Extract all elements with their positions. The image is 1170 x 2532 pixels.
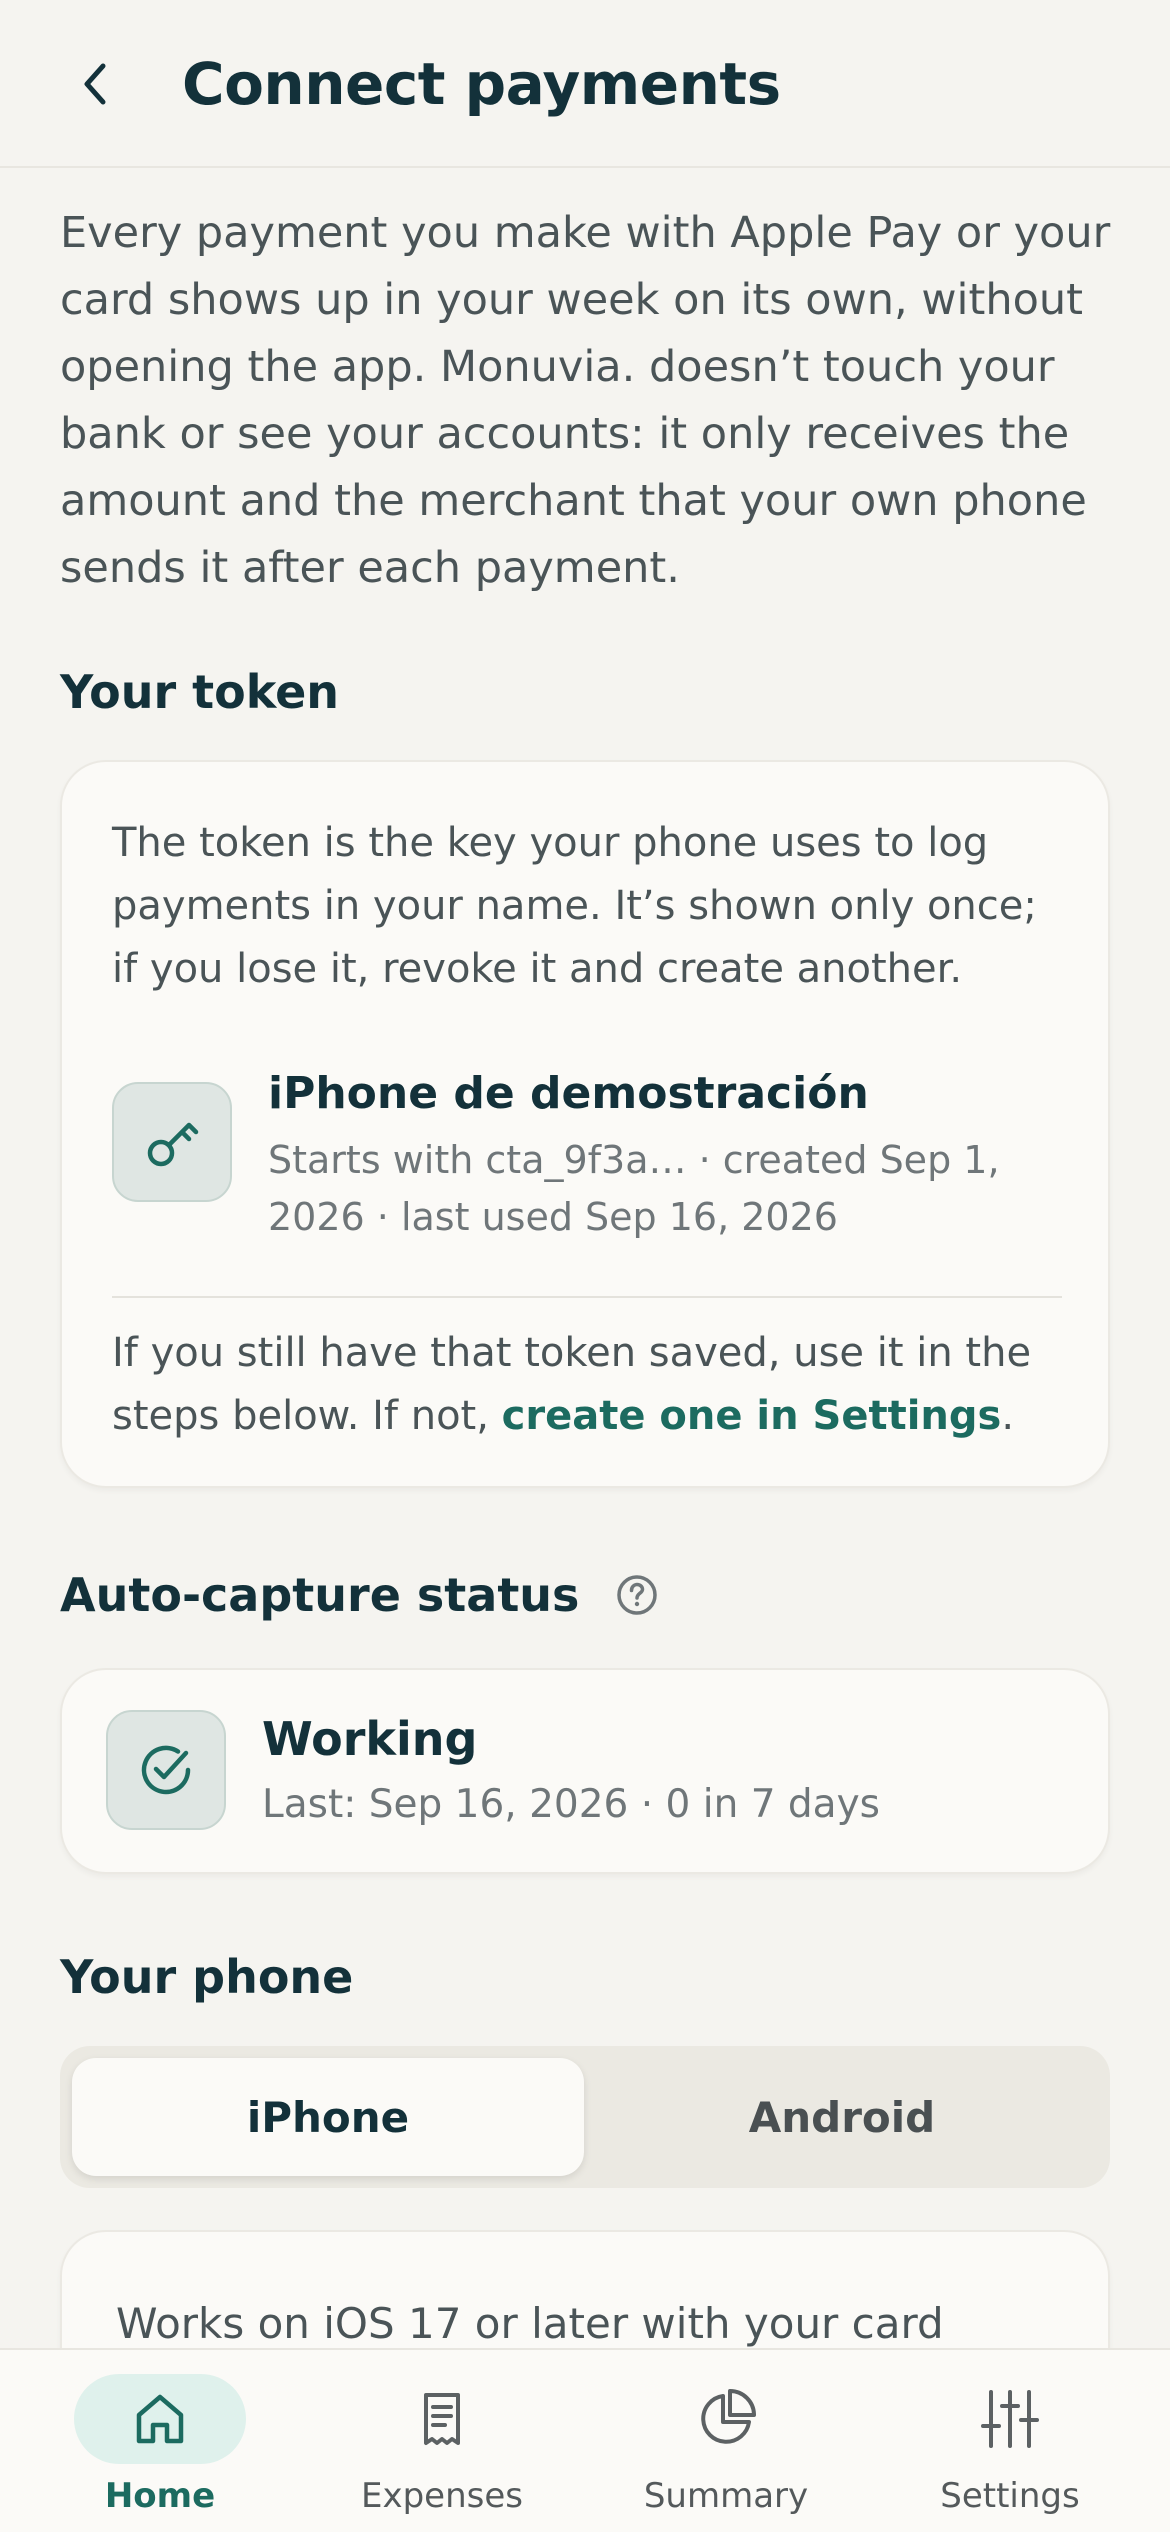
status-title-row: Auto-capture status <box>60 1568 659 1622</box>
nav-home-icon-wrap <box>74 2374 246 2464</box>
nav-expenses-icon-wrap <box>356 2374 528 2464</box>
nav-home[interactable]: Home <box>14 2350 306 2532</box>
check-icon-box <box>106 1710 226 1830</box>
create-token-link[interactable]: create one in Settings <box>502 1393 1002 1439</box>
token-note: If you still have that token saved, use … <box>112 1322 1072 1448</box>
status-section-title: Auto-capture status <box>60 1568 580 1622</box>
status-card: Working Last: Sep 16, 2026 · 0 in 7 days <box>60 1668 1110 1874</box>
header: Connect payments <box>0 0 1170 168</box>
nav-expenses[interactable]: Expenses <box>296 2350 588 2532</box>
segment-iphone[interactable]: iPhone <box>72 2058 584 2176</box>
status-meta: Last: Sep 16, 2026 · 0 in 7 days <box>262 1782 880 1827</box>
nav-summary-icon-wrap <box>640 2374 812 2464</box>
nav-summary[interactable]: Summary <box>580 2350 872 2532</box>
app-root: Connect payments Every payment you make … <box>0 0 1170 2532</box>
bottom-nav: Home Expenses Summary Settings <box>0 2348 1170 2532</box>
divider <box>112 1296 1062 1298</box>
nav-settings-label: Settings <box>940 2476 1080 2516</box>
key-icon-box <box>112 1082 232 1202</box>
nav-home-label: Home <box>104 2476 216 2516</box>
device-meta: Starts with cta_9f3a… · created Sep 1, 2… <box>268 1138 1000 1239</box>
phone-segmented-control: iPhone Android <box>60 2046 1110 2188</box>
token-section-title: Your token <box>60 665 340 719</box>
receipt-icon <box>424 2393 460 2445</box>
key-icon <box>147 1122 199 1167</box>
nav-summary-label: Summary <box>643 2476 809 2516</box>
page-title: Connect payments <box>182 50 781 118</box>
segment-android[interactable]: Android <box>586 2058 1098 2176</box>
back-button[interactable] <box>60 44 132 124</box>
nav-expenses-label: Expenses <box>361 2476 523 2516</box>
token-note-suffix: . <box>1001 1393 1015 1439</box>
device-name: iPhone de demostración <box>268 1068 869 1119</box>
help-button[interactable] <box>615 1573 659 1617</box>
nav-settings[interactable]: Settings <box>864 2350 1156 2532</box>
help-icon <box>617 1575 658 1615</box>
sliders-icon <box>981 2390 1039 2448</box>
check-circle-icon <box>141 1745 191 1795</box>
nav-settings-icon-wrap <box>924 2374 1096 2464</box>
intro-text: Every payment you make with Apple Pay or… <box>60 208 1111 593</box>
pie-chart-icon <box>701 2389 756 2444</box>
status-label: Working <box>262 1712 478 1766</box>
chevron-left-icon <box>84 63 106 105</box>
home-icon <box>136 2394 184 2444</box>
phone-section-title: Your phone <box>60 1950 354 2004</box>
token-card: The token is the key your phone uses to … <box>60 760 1110 1488</box>
token-description: The token is the key your phone uses to … <box>112 820 1037 992</box>
